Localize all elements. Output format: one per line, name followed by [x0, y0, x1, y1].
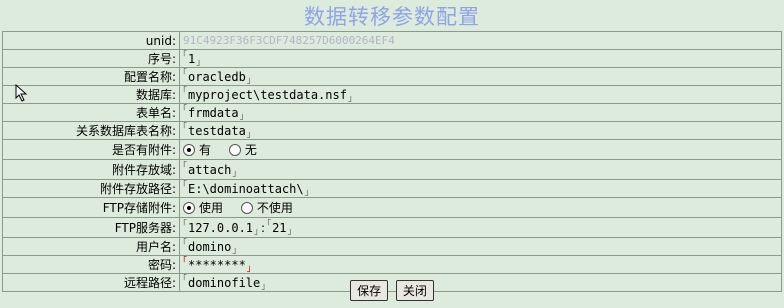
row-form-name: 表单名: frmdata [2, 103, 782, 122]
has-attachment-yes-option[interactable]: 有 [183, 143, 211, 157]
save-button[interactable]: 保存 [350, 280, 389, 301]
has-attachment-no-option[interactable]: 无 [228, 142, 257, 157]
row-attachment-field: 附件存放域: attach [2, 159, 782, 180]
database-label: 数据库: [2, 85, 180, 104]
row-unid: unid: 91C4923F36F3CDF748257D6000264EF4 [2, 31, 782, 50]
ftp-port-field[interactable]: 21 [262, 219, 297, 237]
attachment-path-label: 附件存放路径: [2, 179, 180, 198]
row-seq: 序号: 1 [2, 49, 782, 68]
ftp-use-label: 使用 [199, 200, 224, 215]
row-database: 数据库: myproject\testdata.nsf [2, 85, 782, 104]
unid-label: unid: [2, 31, 180, 50]
attachment-field-label: 附件存放域: [2, 159, 180, 180]
config-name-field[interactable]: oracledb [181, 69, 256, 85]
page-title: 数据转移参数配置 [304, 5, 480, 29]
row-relational-table: 关系数据库表名称: testdata [2, 121, 782, 140]
has-attachment-no-label: 无 [244, 142, 257, 157]
radio-checked-icon[interactable] [183, 201, 195, 214]
row-config-name: 配置名称: oracledb [2, 67, 782, 86]
form-name-field[interactable]: frmdata [181, 105, 249, 121]
row-ftp-store: FTP存储附件: 使用 不使用 [2, 197, 782, 218]
seq-label: 序号: [2, 49, 180, 68]
ftp-store-label: FTP存储附件: [2, 197, 180, 218]
form-name-label: 表单名: [2, 103, 180, 122]
mouse-cursor-icon [15, 84, 28, 102]
radio-checked-icon[interactable] [183, 143, 195, 156]
ftp-not-use-option[interactable]: 不使用 [240, 200, 293, 215]
relational-table-label: 关系数据库表名称: [2, 121, 180, 140]
has-attachment-yes-label: 有 [199, 142, 212, 157]
has-attachment-label: 是否有附件: [2, 139, 180, 160]
radio-unchecked-icon[interactable] [240, 201, 253, 214]
ftp-host-field[interactable]: 127.0.0.1 [181, 219, 264, 237]
unid-value: 91C4923F36F3CDF748257D6000264EF4 [183, 34, 395, 47]
seq-field[interactable]: 1 [181, 51, 206, 67]
username-field[interactable]: domino [181, 239, 242, 255]
row-username: 用户名: domino [2, 237, 782, 256]
username-label: 用户名: [2, 237, 180, 256]
config-form: unid: 91C4923F36F3CDF748257D6000264EF4 序… [2, 31, 782, 292]
ftp-server-label: FTP服务器: [2, 217, 180, 238]
radio-unchecked-icon[interactable] [228, 143, 241, 156]
row-ftp-server: FTP服务器: 127.0.0.1:21 [2, 217, 782, 238]
config-name-label: 配置名称: [2, 67, 180, 86]
row-attachment-path: 附件存放路径: E:\dominoattach\ [2, 179, 782, 198]
attachment-path-field[interactable]: E:\dominoattach\ [181, 181, 314, 197]
password-label: 密码: [2, 255, 180, 274]
row-has-attachment: 是否有附件: 有 无 [2, 139, 782, 160]
password-field[interactable]: ******** [181, 257, 256, 273]
attachment-field-input[interactable]: attach [181, 161, 242, 179]
button-bar: 保存 关闭 [0, 280, 784, 301]
row-password: 密码: ******** [2, 255, 782, 274]
relational-table-field[interactable]: testdata [181, 123, 256, 139]
close-button[interactable]: 关闭 [395, 280, 434, 301]
database-field[interactable]: myproject\testdata.nsf [181, 87, 357, 103]
ftp-use-option[interactable]: 使用 [183, 201, 223, 215]
ftp-not-use-label: 不使用 [256, 200, 293, 215]
